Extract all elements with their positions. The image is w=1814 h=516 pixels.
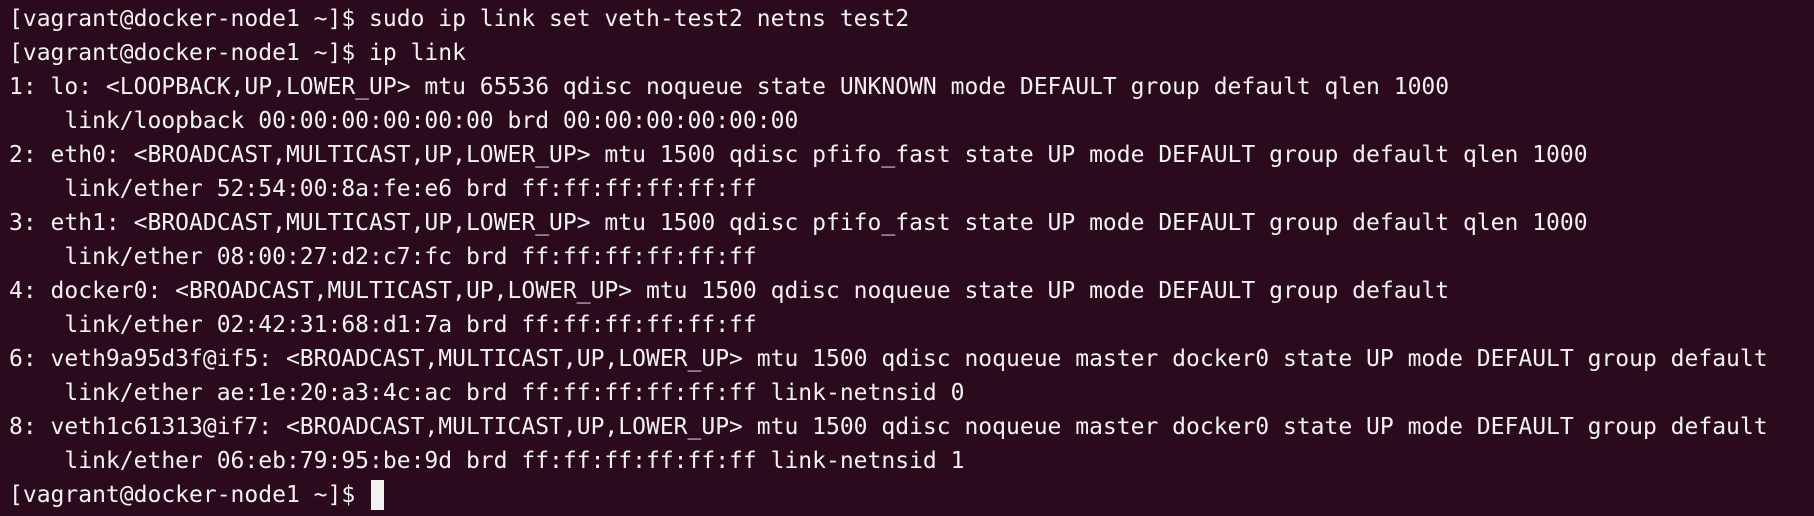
prompt-text: [vagrant@docker-node1 ~]$ <box>9 482 370 508</box>
command-prompt[interactable]: [vagrant@docker-node1 ~]$ <box>9 478 1814 512</box>
terminal-line: link/ether 06:eb:79:95:be:9d brd ff:ff:f… <box>9 448 965 474</box>
terminal-line: 4: docker0: <BROADCAST,MULTICAST,UP,LOWE… <box>9 278 1450 304</box>
terminal-line: link/loopback 00:00:00:00:00:00 brd 00:0… <box>9 108 799 134</box>
terminal-line: [vagrant@docker-node1 ~]$ sudo ip link s… <box>9 6 910 32</box>
terminal-line: [vagrant@docker-node1 ~]$ ip link <box>9 40 466 66</box>
terminal-line: link/ether ae:1e:20:a3:4c:ac brd ff:ff:f… <box>9 380 965 406</box>
terminal-line: 1: lo: <LOOPBACK,UP,LOWER_UP> mtu 65536 … <box>9 74 1450 100</box>
terminal-line: 8: veth1c61313@if7: <BROADCAST,MULTICAST… <box>9 414 1768 440</box>
terminal-line: link/ether 02:42:31:68:d1:7a brd ff:ff:f… <box>9 312 757 338</box>
terminal-line: 2: eth0: <BROADCAST,MULTICAST,UP,LOWER_U… <box>9 142 1588 168</box>
terminal-line: link/ether 08:00:27:d2:c7:fc brd ff:ff:f… <box>9 244 757 270</box>
text-cursor <box>371 480 385 510</box>
terminal-window[interactable]: [vagrant@docker-node1 ~]$ sudo ip link s… <box>0 0 1814 516</box>
terminal-line: 6: veth9a95d3f@if5: <BROADCAST,MULTICAST… <box>9 346 1768 372</box>
terminal-line: 3: eth1: <BROADCAST,MULTICAST,UP,LOWER_U… <box>9 210 1588 236</box>
terminal-line: link/ether 52:54:00:8a:fe:e6 brd ff:ff:f… <box>9 176 757 202</box>
